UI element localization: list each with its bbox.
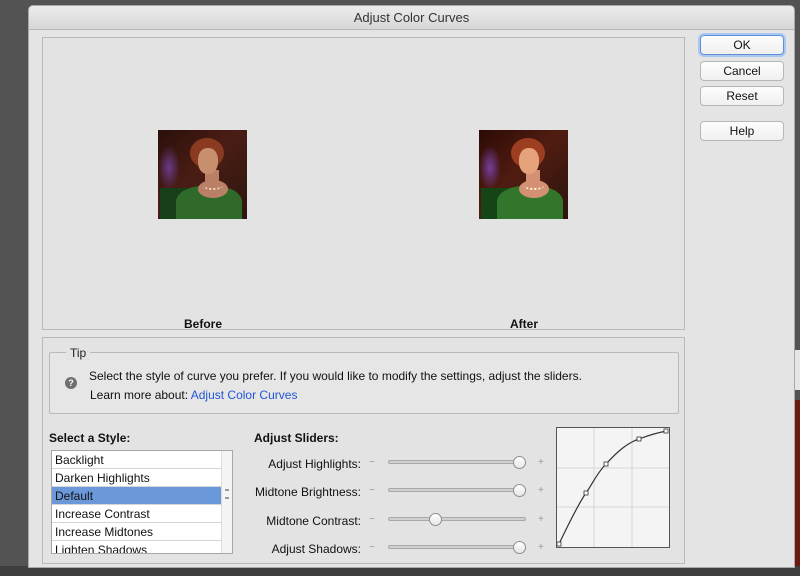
style-item-default[interactable]: Default [52,487,222,505]
adjust-color-curves-dialog: Adjust Color Curves Before After OK Canc… [28,5,795,568]
midtone-contrast-slider-track[interactable] [388,517,526,521]
adjust-color-curves-link[interactable]: Adjust Color Curves [191,388,298,402]
help-button[interactable]: Help [700,121,784,141]
style-item-lighten-shadows[interactable]: Lighten Shadows [52,541,222,553]
minus-icon: − [369,457,375,468]
tip-title: Tip [66,346,91,360]
select-style-heading: Select a Style: [49,431,131,445]
tip-text: Select the style of curve you prefer. If… [89,369,582,383]
curve-graph [556,427,670,548]
slider-label-midtone-brightness: Midtone Brightness: [254,485,361,499]
style-item-darken-highlights[interactable]: Darken Highlights [52,469,222,487]
before-image [158,130,247,219]
minus-icon: − [369,485,375,496]
midtone-brightness-slider-knob[interactable] [513,484,526,497]
question-icon: ? [65,377,77,389]
before-label: Before [183,317,222,331]
minus-icon: − [369,542,375,553]
style-item-increase-midtones[interactable]: Increase Midtones [52,523,222,541]
after-image [479,130,568,219]
after-label: After [509,317,538,331]
learn-more-prefix: Learn more about: [90,388,191,402]
slider-label-shadows: Adjust Shadows: [271,542,361,556]
cancel-button[interactable]: Cancel [700,61,784,81]
style-item-increase-contrast[interactable]: Increase Contrast [52,505,222,523]
shadows-slider-track[interactable] [388,545,526,549]
plus-icon: + [538,485,544,496]
dialog-title: Adjust Color Curves [29,6,794,30]
style-list[interactable]: Backlight Darken Highlights Default Incr… [51,450,233,554]
shadows-slider-knob[interactable] [513,541,526,554]
curve-graph-svg [556,428,669,547]
tip-box [49,352,679,414]
slider-label-midtone-contrast: Midtone Contrast: [266,514,361,528]
slider-label-highlights: Adjust Highlights: [268,457,361,471]
highlights-slider-track[interactable] [388,460,526,464]
highlights-slider-knob[interactable] [513,456,526,469]
adjust-sliders-heading: Adjust Sliders: [254,431,339,445]
style-item-backlight[interactable]: Backlight [52,451,222,469]
reset-button[interactable]: Reset [700,86,784,106]
preview-panel: Before After [42,37,685,331]
midtone-brightness-slider-track[interactable] [388,488,526,492]
plus-icon: + [538,457,544,468]
learn-more: Learn more about: Adjust Color Curves [90,388,297,402]
plus-icon: + [538,514,544,525]
minus-icon: − [369,514,375,525]
plus-icon: + [538,542,544,553]
ok-button[interactable]: OK [700,35,784,55]
